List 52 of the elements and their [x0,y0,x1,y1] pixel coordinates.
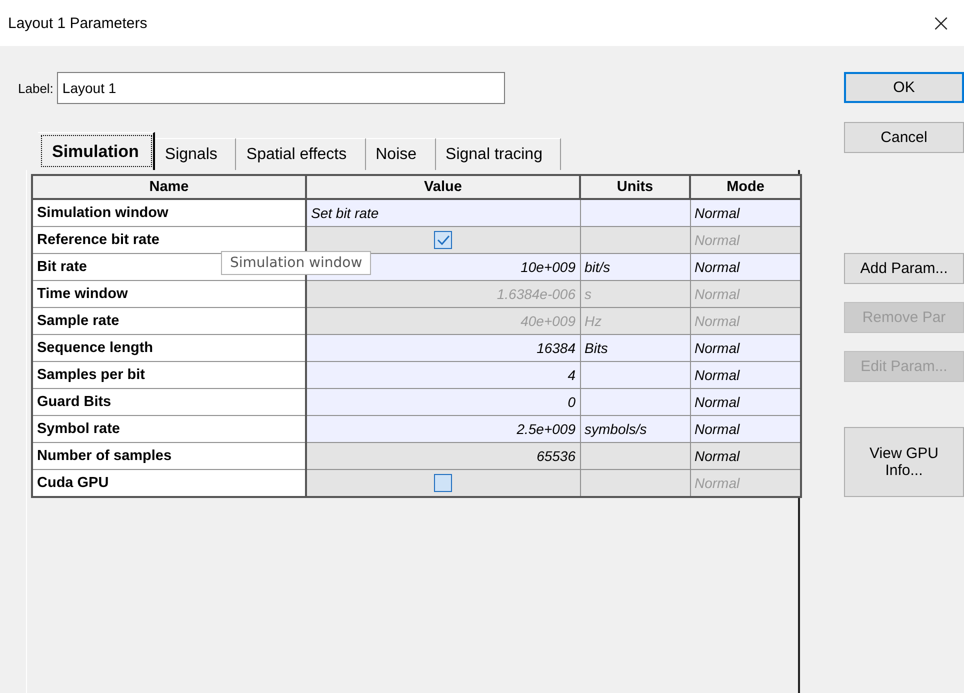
tab[interactable]: Noise [366,138,436,170]
table-cell: Normal [690,199,801,226]
column-header: Name [32,175,306,199]
close-button[interactable]: × [918,0,964,46]
dialog-button[interactable]: Add Param... [844,253,964,284]
table-cell: Sample rate [32,308,306,334]
table-cell: Normal [690,470,801,497]
tab[interactable]: Simulation [38,132,155,170]
table-cell: Guard Bits [32,388,306,416]
dialog-button[interactable]: View GPU Info... [844,427,964,497]
table-cell: bit/s [580,254,690,280]
table-cell: Number of samples [32,442,306,470]
column-header: Mode [690,175,801,199]
table-cell: Simulation window [32,199,306,226]
column-header: Units [580,175,690,199]
label-field[interactable]: Layout 1 [57,72,506,104]
table-cell: Normal [690,442,801,470]
tab[interactable]: Signal tracing [436,138,562,170]
table-cell: 4 [306,362,580,388]
table-cell: Symbol rate [32,416,306,442]
table-cell: Time window [32,280,306,308]
table-cell: Normal [690,226,801,254]
table-cell: Sequence length [32,334,306,362]
table-cell: Normal [690,334,801,362]
table-cell: 16384 [306,334,580,362]
table-cell: symbols/s [580,416,690,442]
table-cell: Normal [690,280,801,308]
table-cell: 40e+009 [306,308,580,334]
table-cell: Reference bit rate [32,226,306,254]
table-cell: Cuda GPU [32,470,306,497]
table-cell: Samples per bit [32,362,306,388]
table-cell: Hz [580,308,690,334]
dialog-button[interactable]: Cancel [844,122,964,153]
table-cell: Normal [690,416,801,442]
table-cell: Normal [690,388,801,416]
dialog-button[interactable]: OK [844,72,964,103]
table-cell: 65536 [306,442,580,470]
table-cell: Set bit rate [306,199,580,226]
window-title: Layout 1 Parameters [8,14,148,32]
table-cell: 2.5e+009 [306,416,580,442]
table-cell: Normal [690,254,801,280]
table-cell: s [580,280,690,308]
table-cell: Bits [580,334,690,362]
table-cell: 0 [306,388,580,416]
table-cell: Normal [690,308,801,334]
table-cell: Normal [690,362,801,388]
tab[interactable]: Signals [154,138,236,170]
label-caption: Label: [18,80,54,96]
tab[interactable]: Spatial effects [236,138,366,170]
column-header: Value [306,175,580,199]
table-cell: 1.6384e-006 [306,280,580,308]
tooltip: Simulation window [221,251,372,275]
